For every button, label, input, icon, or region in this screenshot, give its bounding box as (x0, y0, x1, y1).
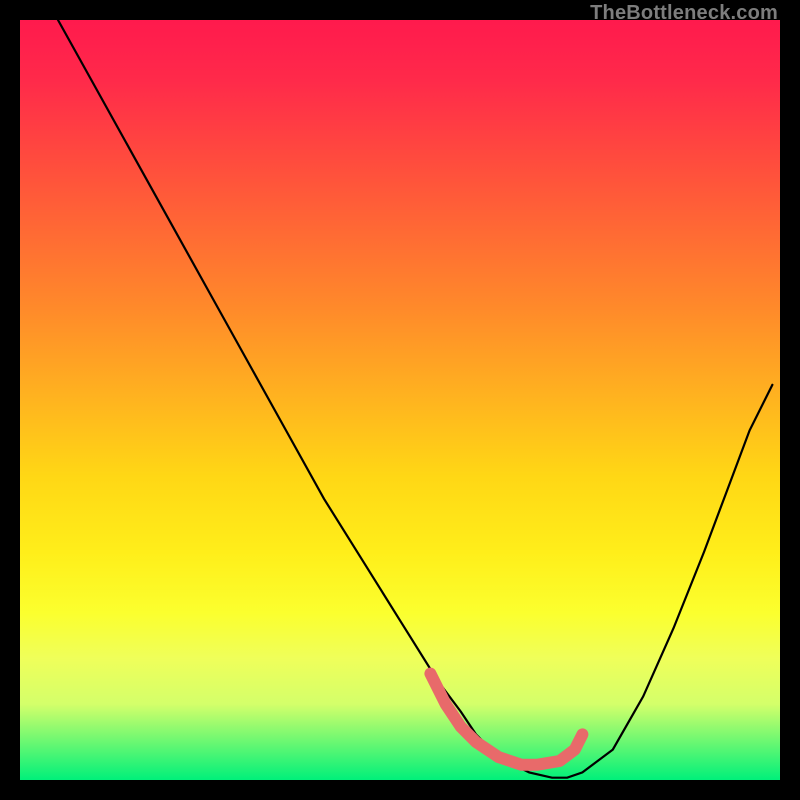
chart-overlay (20, 20, 780, 780)
watermark-text: TheBottleneck.com (590, 2, 778, 25)
marker-segment (430, 674, 582, 765)
chart-container (20, 20, 780, 780)
curve-line (58, 20, 772, 778)
